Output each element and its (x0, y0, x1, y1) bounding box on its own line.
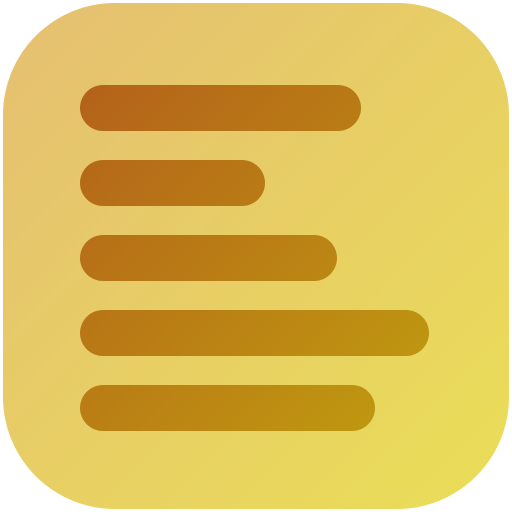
text-line-3 (80, 235, 337, 281)
text-line-2 (80, 160, 265, 206)
app-icon[interactable] (0, 0, 512, 512)
text-align-left-icon (3, 3, 509, 509)
text-line-4 (80, 310, 429, 356)
text-line-1 (80, 85, 361, 131)
text-line-5 (80, 385, 375, 431)
